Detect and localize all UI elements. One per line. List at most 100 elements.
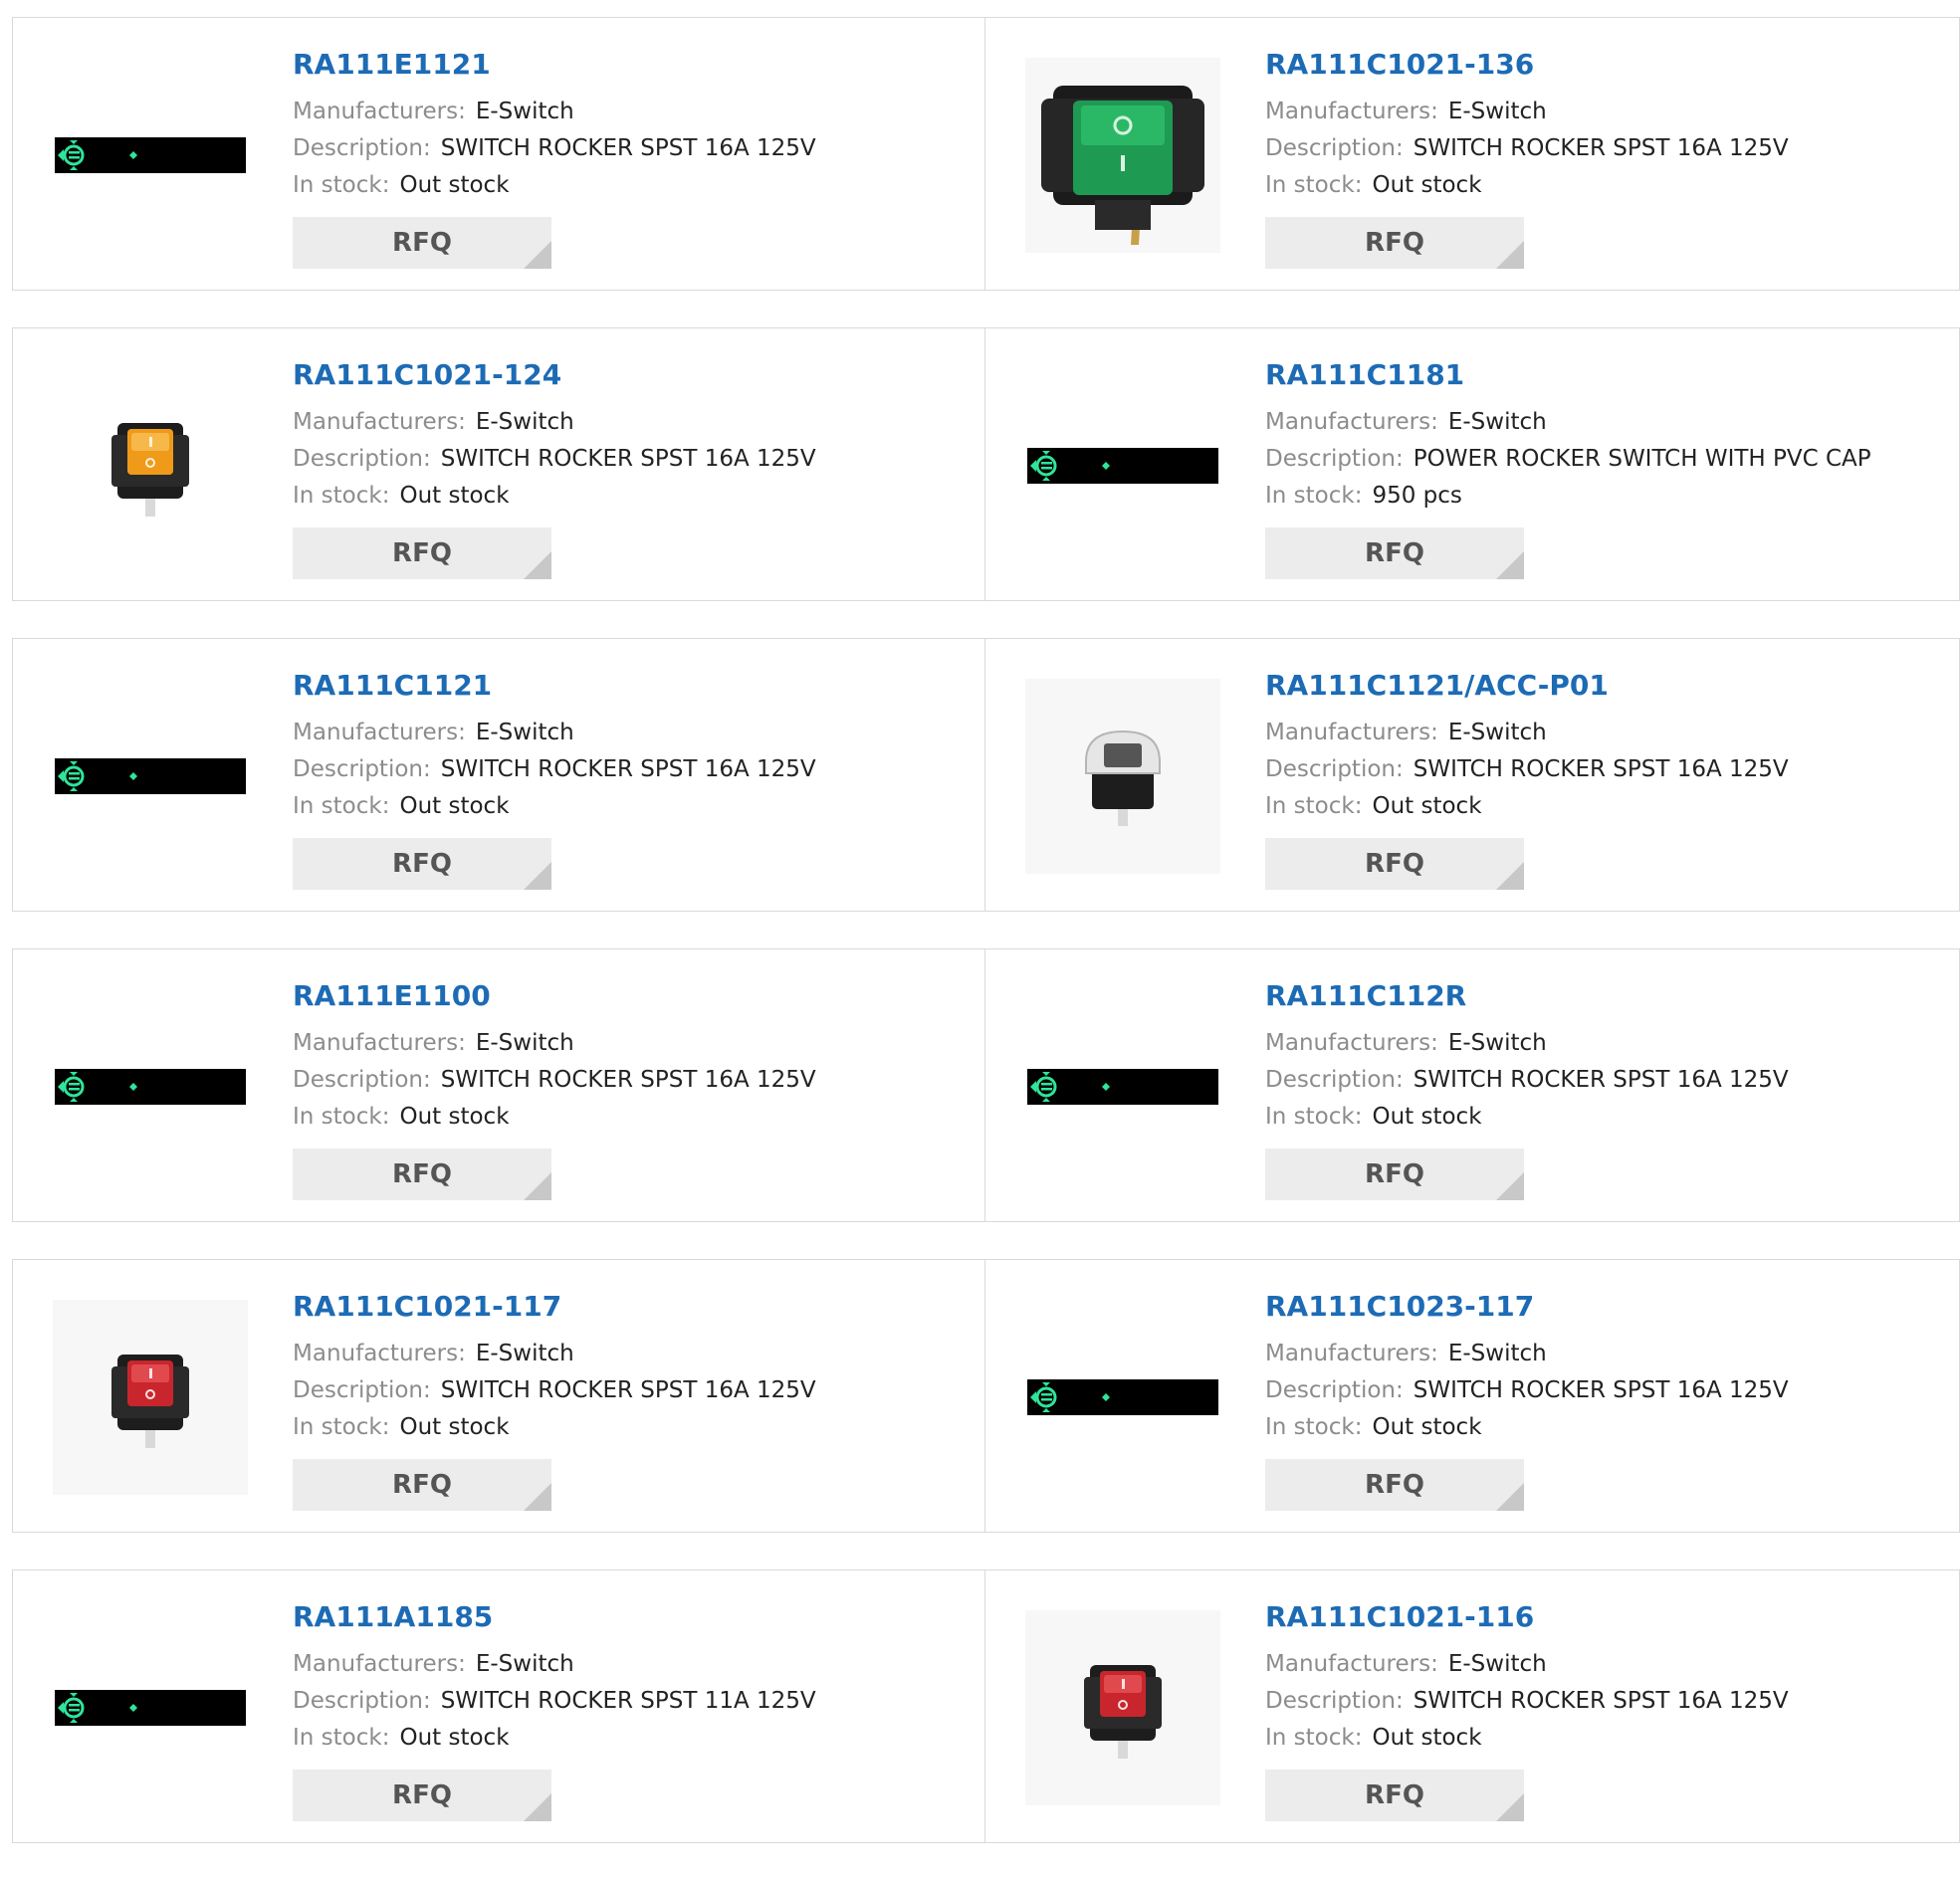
rfq-button[interactable]: RFQ bbox=[1265, 1459, 1524, 1511]
stock-value: 950 pcs bbox=[1372, 483, 1462, 509]
manufacturer-label: Manufacturers: bbox=[293, 99, 466, 124]
product-image[interactable] bbox=[53, 679, 248, 874]
product-info: RA111C1021-124 Manufacturers: E-Switch De… bbox=[293, 358, 965, 515]
rfq-label: RFQ bbox=[392, 538, 452, 568]
rfq-label: RFQ bbox=[1365, 228, 1424, 258]
part-number-link[interactable]: RA111C112R bbox=[1265, 979, 1939, 1013]
stock-value: Out stock bbox=[1372, 793, 1482, 819]
product-image[interactable] bbox=[1025, 989, 1220, 1184]
product-image[interactable] bbox=[1025, 368, 1220, 563]
stock-value: Out stock bbox=[399, 1414, 510, 1440]
rfq-label: RFQ bbox=[392, 1470, 452, 1500]
part-number-link[interactable]: RA111C1121 bbox=[293, 669, 965, 703]
rfq-button[interactable]: RFQ bbox=[1265, 217, 1524, 269]
rfq-label: RFQ bbox=[392, 1780, 452, 1810]
product-image[interactable] bbox=[53, 58, 248, 253]
rfq-button[interactable]: RFQ bbox=[1265, 527, 1524, 579]
description-label: Description: bbox=[293, 135, 431, 161]
stock-value: Out stock bbox=[1372, 1414, 1482, 1440]
rfq-button[interactable]: RFQ bbox=[293, 217, 551, 269]
image-placeholder-icon bbox=[55, 1690, 246, 1726]
manufacturer-value: E-Switch bbox=[475, 1030, 574, 1056]
image-placeholder-icon bbox=[55, 758, 246, 794]
product-card: RA111E1121 Manufacturers: E-Switch Descri… bbox=[12, 17, 985, 291]
stock-label: In stock: bbox=[1265, 483, 1363, 509]
part-number-link[interactable]: RA111A1185 bbox=[293, 1600, 965, 1634]
corner-triangle-icon bbox=[1496, 1172, 1524, 1200]
description-line: Description: SWITCH ROCKER SPST 11A 125V bbox=[293, 1683, 965, 1720]
description-line: Description: SWITCH ROCKER SPST 16A 125V bbox=[293, 751, 965, 788]
manufacturer-label: Manufacturers: bbox=[293, 1651, 466, 1677]
description-label: Description: bbox=[293, 446, 431, 472]
rfq-button[interactable]: RFQ bbox=[293, 1770, 551, 1821]
rfq-label: RFQ bbox=[1365, 1159, 1424, 1189]
product-image[interactable] bbox=[53, 1300, 248, 1495]
description-line: Description: SWITCH ROCKER SPST 16A 125V bbox=[293, 130, 965, 167]
stock-value: Out stock bbox=[399, 483, 510, 509]
manufacturer-value: E-Switch bbox=[1447, 720, 1547, 745]
part-number-link[interactable]: RA111C1021-124 bbox=[293, 358, 965, 392]
description-value: SWITCH ROCKER SPST 16A 125V bbox=[1413, 1688, 1789, 1714]
part-number-link[interactable]: RA111C1181 bbox=[1265, 358, 1939, 392]
product-image[interactable] bbox=[1025, 679, 1220, 874]
part-number-link[interactable]: RA111C1121/ACC-P01 bbox=[1265, 669, 1939, 703]
corner-triangle-icon bbox=[524, 1483, 551, 1511]
part-number-link[interactable]: RA111E1121 bbox=[293, 48, 965, 82]
part-number-link[interactable]: RA111E1100 bbox=[293, 979, 965, 1013]
product-image[interactable] bbox=[1025, 1300, 1220, 1495]
image-placeholder-icon bbox=[1027, 1069, 1218, 1105]
description-line: Description: SWITCH ROCKER SPST 16A 125V bbox=[1265, 1372, 1939, 1409]
product-image[interactable] bbox=[1025, 1610, 1220, 1805]
rfq-button[interactable]: RFQ bbox=[1265, 1770, 1524, 1821]
rfq-label: RFQ bbox=[1365, 1780, 1424, 1810]
product-image[interactable] bbox=[53, 1610, 248, 1805]
corner-triangle-icon bbox=[1496, 551, 1524, 579]
part-number-link[interactable]: RA111C1023-117 bbox=[1265, 1290, 1939, 1324]
stock-label: In stock: bbox=[1265, 1104, 1363, 1130]
manufacturer-value: E-Switch bbox=[1447, 409, 1547, 435]
manufacturer-label: Manufacturers: bbox=[293, 720, 466, 745]
manufacturer-line: Manufacturers: E-Switch bbox=[293, 1025, 965, 1062]
description-label: Description: bbox=[293, 1377, 431, 1403]
manufacturer-label: Manufacturers: bbox=[293, 409, 466, 435]
rfq-button[interactable]: RFQ bbox=[1265, 838, 1524, 890]
rfq-button[interactable]: RFQ bbox=[293, 1459, 551, 1511]
product-card: RA111E1100 Manufacturers: E-Switch Descri… bbox=[12, 948, 985, 1222]
rfq-button[interactable]: RFQ bbox=[293, 838, 551, 890]
corner-triangle-icon bbox=[1496, 862, 1524, 890]
manufacturer-label: Manufacturers: bbox=[1265, 1341, 1438, 1366]
product-info: RA111C1023-117 Manufacturers: E-Switch De… bbox=[1265, 1290, 1939, 1446]
manufacturer-label: Manufacturers: bbox=[1265, 409, 1438, 435]
stock-line: In stock: 950 pcs bbox=[1265, 478, 1939, 515]
stock-value: Out stock bbox=[1372, 1725, 1482, 1751]
product-card: RA111C1121 Manufacturers: E-Switch Descri… bbox=[12, 638, 985, 912]
product-image[interactable] bbox=[53, 989, 248, 1184]
manufacturer-line: Manufacturers: E-Switch bbox=[1265, 715, 1939, 751]
manufacturer-line: Manufacturers: E-Switch bbox=[293, 1336, 965, 1372]
description-label: Description: bbox=[293, 1067, 431, 1093]
part-number-link[interactable]: RA111C1021-136 bbox=[1265, 48, 1939, 82]
rfq-label: RFQ bbox=[1365, 849, 1424, 879]
product-card: RA111C1023-117 Manufacturers: E-Switch De… bbox=[985, 1259, 1960, 1533]
stock-label: In stock: bbox=[293, 1725, 390, 1751]
description-value: SWITCH ROCKER SPST 16A 125V bbox=[1413, 756, 1789, 782]
stock-label: In stock: bbox=[1265, 1725, 1363, 1751]
stock-value: Out stock bbox=[399, 1725, 510, 1751]
part-number-link[interactable]: RA111C1021-117 bbox=[293, 1290, 965, 1324]
product-info: RA111C1121 Manufacturers: E-Switch Descri… bbox=[293, 669, 965, 825]
red-rocker-switch-icon bbox=[1084, 1665, 1162, 1759]
description-value: SWITCH ROCKER SPST 16A 125V bbox=[440, 135, 816, 161]
description-line: Description: SWITCH ROCKER SPST 16A 125V bbox=[293, 1062, 965, 1099]
rfq-label: RFQ bbox=[1365, 1470, 1424, 1500]
product-info: RA111C1021-136 Manufacturers: E-Switch De… bbox=[1265, 48, 1939, 204]
product-info: RA111A1185 Manufacturers: E-Switch Descri… bbox=[293, 1600, 965, 1757]
rfq-button[interactable]: RFQ bbox=[1265, 1149, 1524, 1200]
manufacturer-value: E-Switch bbox=[1447, 99, 1547, 124]
rfq-button[interactable]: RFQ bbox=[293, 527, 551, 579]
manufacturer-label: Manufacturers: bbox=[1265, 1651, 1438, 1677]
rfq-button[interactable]: RFQ bbox=[293, 1149, 551, 1200]
product-image[interactable] bbox=[53, 368, 248, 563]
part-number-link[interactable]: RA111C1021-116 bbox=[1265, 1600, 1939, 1634]
product-image[interactable] bbox=[1025, 58, 1220, 253]
manufacturer-line: Manufacturers: E-Switch bbox=[293, 94, 965, 130]
